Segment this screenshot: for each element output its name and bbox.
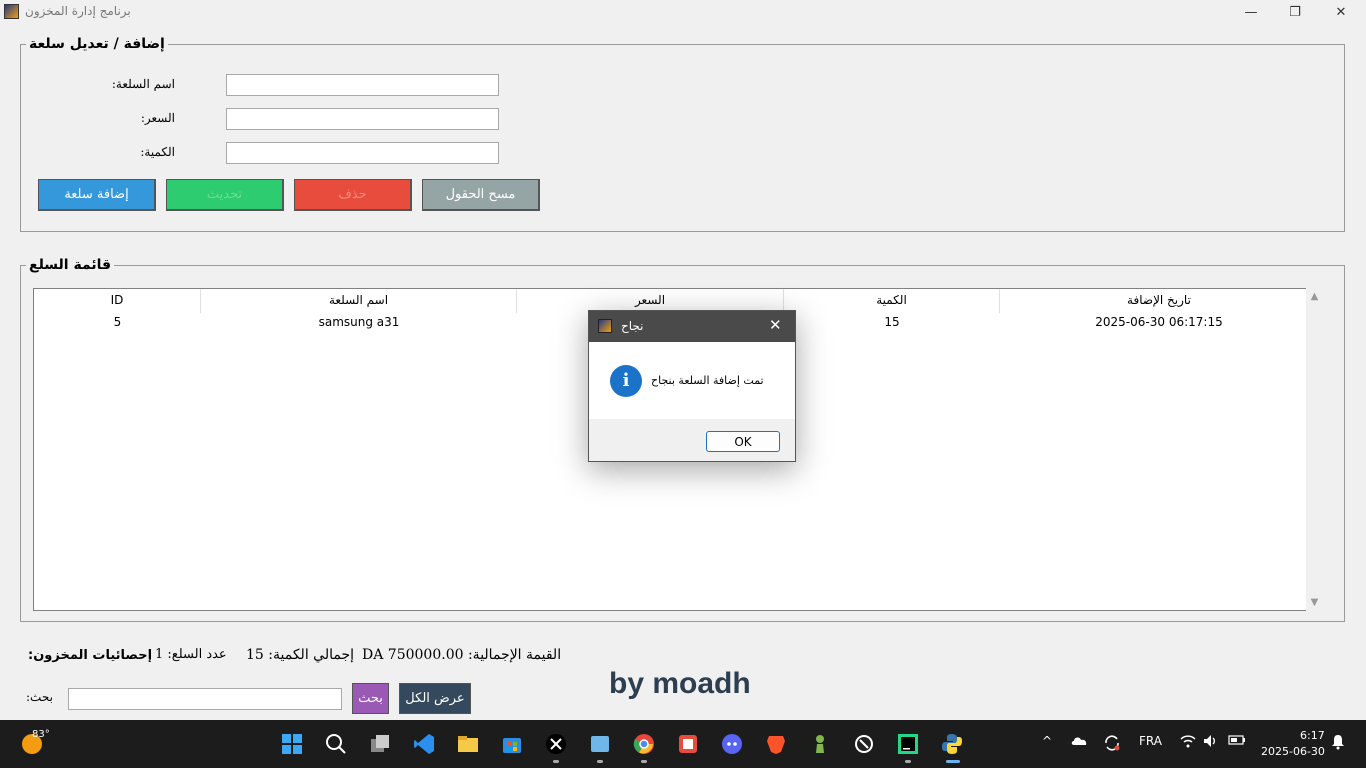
vscode-icon[interactable] (412, 732, 436, 756)
search-icon[interactable] (324, 732, 348, 756)
success-dialog: نجاح ✕ i تمت إضافة السلعة بنجاح OK (588, 310, 796, 462)
items-list-legend: قائمة السلع (26, 257, 115, 273)
wifi-icon[interactable] (1180, 734, 1196, 751)
quantity-label: :الكمية (140, 145, 175, 159)
delete-button[interactable]: حذف (294, 179, 412, 211)
dialog-message: تمت إضافة السلعة بنجاح (651, 374, 764, 387)
item-count-stat: عدد السلع: 1 (155, 647, 227, 662)
chrome-icon[interactable] (632, 732, 656, 756)
column-header-name[interactable]: اسم السلعة (201, 289, 517, 313)
ok-button[interactable]: OK (706, 431, 780, 452)
show-all-button[interactable]: عرض الكل (399, 683, 471, 714)
file-explorer-icon[interactable] (456, 732, 480, 756)
add-edit-group: إضافة / تعديل سلعة :اسم السلعة :السعر :ا… (20, 36, 1345, 232)
item-name-input[interactable] (226, 74, 499, 96)
battery-icon[interactable] (1228, 734, 1246, 749)
clear-fields-button[interactable]: مسح الحقول (422, 179, 540, 211)
notification-bell-icon[interactable] (1331, 734, 1345, 753)
tray-overflow-icon[interactable]: ^ (1042, 734, 1052, 748)
total-value-stat: DA القيمة الإجمالية: 750000.00 (362, 647, 562, 663)
column-header-quantity[interactable]: الكمية (784, 289, 1000, 313)
taskbar: 83° ^ FRA 6:17 2025-06-30 (0, 720, 1366, 768)
clock-date[interactable]: 2025-06-30 (1261, 745, 1325, 758)
onedrive-icon[interactable] (1070, 734, 1088, 749)
app-logo-icon (4, 4, 19, 19)
running-indicator (553, 760, 559, 763)
clock-time[interactable]: 6:17 (1300, 729, 1325, 742)
chess-icon[interactable] (808, 732, 832, 756)
dialog-close-icon[interactable]: ✕ (769, 316, 782, 334)
weather-temperature: 83° (32, 729, 50, 740)
running-indicator (641, 760, 647, 763)
pycharm-icon[interactable] (896, 732, 920, 756)
active-indicator (946, 760, 960, 763)
column-header-date[interactable]: تاريخ الإضافة (1000, 289, 1318, 313)
add-edit-legend: إضافة / تعديل سلعة (26, 36, 168, 52)
stats-title: :إحصائيات المخزون (28, 648, 153, 663)
running-indicator (905, 760, 911, 763)
task-view-icon[interactable] (368, 732, 392, 756)
dialog-app-icon (598, 319, 612, 333)
title-bar: برنامج إدارة المخزون — ❐ ✕ (0, 0, 1366, 24)
total-quantity-stat: إجمالي الكمية: 15 (246, 647, 354, 663)
language-indicator[interactable]: FRA (1139, 734, 1162, 748)
price-input[interactable] (226, 108, 499, 130)
cell-id: 5 (113, 315, 122, 329)
discord-icon[interactable] (720, 732, 744, 756)
scroll-up-icon[interactable]: ▲ (1306, 288, 1323, 305)
column-header-id[interactable]: ID (34, 289, 201, 313)
running-indicator (597, 760, 603, 763)
search-label: :بحث (26, 690, 53, 704)
python-icon[interactable] (940, 732, 964, 756)
scroll-down-icon[interactable]: ▼ (1306, 594, 1323, 611)
app2-icon[interactable] (676, 732, 700, 756)
dialog-title: نجاح (621, 319, 644, 333)
search-button[interactable]: بحث (352, 683, 389, 714)
x-icon[interactable] (544, 732, 568, 756)
quantity-input[interactable] (226, 142, 499, 164)
cell-name: samsung a31 (318, 315, 400, 329)
window-title: برنامج إدارة المخزون (25, 4, 131, 18)
dialog-title-bar: نجاح ✕ (589, 311, 795, 342)
windows-start-icon[interactable] (280, 732, 304, 756)
table-scrollbar[interactable]: ▲ ▼ (1306, 288, 1323, 611)
brave-icon[interactable] (764, 732, 788, 756)
minimize-button[interactable]: — (1228, 0, 1274, 24)
volume-icon[interactable] (1203, 734, 1219, 751)
app3-icon[interactable] (852, 732, 876, 756)
cell-date: 2025-06-30 06:17:15 (1095, 315, 1223, 329)
store-icon[interactable] (500, 732, 524, 756)
search-input[interactable] (68, 688, 342, 710)
close-window-button[interactable]: ✕ (1318, 0, 1364, 24)
author-credit: by moadh (609, 667, 751, 700)
dialog-footer: OK (589, 419, 795, 461)
item-name-label: :اسم السلعة (111, 77, 175, 91)
add-item-button[interactable]: إضافة سلعة (38, 179, 156, 211)
update-button[interactable]: تحديث (166, 179, 284, 211)
maximize-button[interactable]: ❐ (1272, 0, 1318, 24)
info-icon: i (610, 365, 642, 397)
price-label: :السعر (140, 111, 175, 125)
app-icon[interactable] (588, 732, 612, 756)
cell-quantity: 15 (884, 315, 900, 329)
sync-icon[interactable] (1103, 734, 1121, 755)
